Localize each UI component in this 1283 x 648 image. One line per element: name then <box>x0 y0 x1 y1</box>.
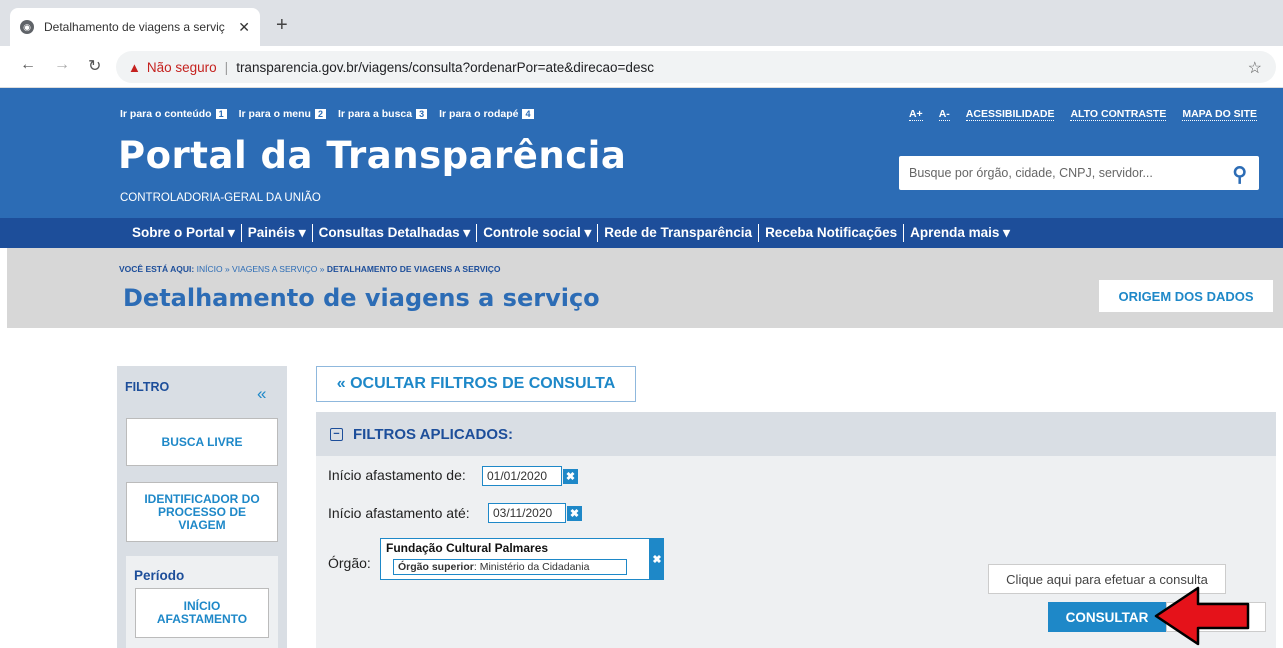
breadcrumb-current: DETALHAMENTO DE VIAGENS A SERVIÇO <box>326 264 501 274</box>
remove-inicio-ate-icon[interactable]: ✖ <box>567 506 582 521</box>
not-secure-label: Não seguro <box>146 59 217 75</box>
main-nav: Sobre o Portal ▾ Painéis ▾ Consultas Det… <box>0 218 1283 248</box>
inicio-de-label: Início afastamento de: <box>328 467 466 483</box>
period-title: Período <box>134 568 185 583</box>
site-map-link[interactable]: MAPA DO SITE <box>1182 108 1257 121</box>
url-text: transparencia.gov.br/viagens/consulta?or… <box>236 59 654 75</box>
origem-dos-dados-button[interactable]: ORIGEM DOS DADOS <box>1099 280 1273 312</box>
breadcrumb-path[interactable]: INÍCIO » VIAGENS A SERVIÇO » <box>197 264 325 274</box>
applied-filters-title: FILTROS APLICADOS: <box>353 425 513 443</box>
applied-filters-header[interactable]: − FILTROS APLICADOS: <box>316 412 1276 456</box>
browser-toolbar: ← → ↻ ▲ Não seguro | transparencia.gov.b… <box>0 46 1283 88</box>
font-increase-link[interactable]: A+ <box>908 108 923 121</box>
orgao-superior-label: Órgão superior <box>398 561 474 573</box>
skip-link-footer[interactable]: Ir para o rodapé 4 <box>439 108 534 120</box>
identificador-button[interactable]: IDENTIFICADOR DO PROCESSO DE VIAGEM <box>126 482 278 542</box>
inicio-de-chip: 01/01/2020 <box>482 466 562 486</box>
orgao-superior-value: : Ministério da Cidadania <box>473 561 590 573</box>
page-title: Detalhamento de viagens a serviço <box>123 284 600 312</box>
skip-link-content[interactable]: Ir para o conteúdo 1 <box>120 108 227 120</box>
site-header: Ir para o conteúdo 1 Ir para o menu 2 Ir p… <box>0 88 1283 218</box>
back-icon[interactable]: ← <box>20 56 36 74</box>
warning-icon: ▲ <box>128 59 141 75</box>
accessibility-links: A+ A- ACESSIBILIDADE ALTO CONTRASTE MAPA… <box>908 108 1257 121</box>
inicio-afastamento-button[interactable]: INÍCIO AFASTAMENTO <box>135 588 269 638</box>
nav-rede-transparencia[interactable]: Rede de Transparência <box>598 224 760 242</box>
browser-tabbar: ◉ Detalhamento de viagens a serviç ✕ + <box>0 0 1283 46</box>
nav-paineis[interactable]: Painéis ▾ <box>242 224 313 242</box>
red-arrow-annotation <box>1154 586 1250 646</box>
orgao-superior-tag: Órgão superior: Ministério da Cidadania <box>393 559 627 575</box>
site-logo[interactable]: Portal da Transparência <box>118 134 626 177</box>
search-input[interactable]: Busque por órgão, cidade, CNPJ, servidor… <box>899 156 1259 190</box>
nav-consultas-detalhadas[interactable]: Consultas Detalhadas ▾ <box>313 224 478 242</box>
skip-link-search[interactable]: Ir para a busca 3 <box>338 108 428 120</box>
high-contrast-link[interactable]: ALTO CONTRASTE <box>1070 108 1167 121</box>
globe-icon: ◉ <box>20 20 34 34</box>
collapse-minus-icon[interactable]: − <box>330 427 343 441</box>
search-icon[interactable]: ⚲ <box>1232 162 1247 187</box>
divider: | <box>224 59 229 75</box>
consultar-button[interactable]: CONSULTAR <box>1048 602 1166 632</box>
inicio-ate-label: Início afastamento até: <box>328 505 470 521</box>
collapse-icon[interactable]: « <box>257 384 266 404</box>
orgao-name: Fundação Cultural Palmares <box>386 541 549 555</box>
busca-livre-button[interactable]: BUSCA LIVRE <box>126 418 278 466</box>
skip-link-menu[interactable]: Ir para o menu 2 <box>239 108 326 120</box>
search-placeholder: Busque por órgão, cidade, CNPJ, servidor… <box>909 166 1153 180</box>
filter-sidebar: FILTRO « BUSCA LIVRE IDENTIFICADOR DO PR… <box>117 366 287 648</box>
applied-filters-panel: − FILTROS APLICADOS: Início afastamento … <box>316 412 1276 648</box>
site-subtitle: CONTROLADORIA-GERAL DA UNIÃO <box>120 192 321 204</box>
skip-links: Ir para o conteúdo 1 Ir para o menu 2 Ir p… <box>120 108 534 120</box>
close-tab-icon[interactable]: ✕ <box>238 19 250 36</box>
breadcrumb: VOCÊ ESTÁ AQUI: INÍCIO » VIAGENS A SERVI… <box>119 264 501 274</box>
forward-icon[interactable]: → <box>54 56 70 74</box>
breadcrumb-prefix: VOCÊ ESTÁ AQUI: <box>119 264 195 274</box>
inicio-ate-chip: 03/11/2020 <box>488 503 566 523</box>
orgao-label: Órgão: <box>328 555 371 571</box>
remove-orgao-icon[interactable]: ✖ <box>650 538 664 580</box>
browser-tab[interactable]: ◉ Detalhamento de viagens a serviç ✕ <box>10 8 260 46</box>
period-section: Período INÍCIO AFASTAMENTO <box>126 556 278 648</box>
reload-icon[interactable]: ↻ <box>88 56 101 76</box>
nav-receba-notificacoes[interactable]: Receba Notificações <box>759 224 905 242</box>
filter-title: FILTRO <box>125 380 170 394</box>
bookmark-star-icon[interactable]: ☆ <box>1248 58 1262 78</box>
nav-controle-social[interactable]: Controle social ▾ <box>477 224 599 242</box>
hide-filters-button[interactable]: « OCULTAR FILTROS DE CONSULTA <box>316 366 636 402</box>
nav-sobre-portal[interactable]: Sobre o Portal ▾ <box>126 224 242 242</box>
address-bar[interactable]: ▲ Não seguro | transparencia.gov.br/viag… <box>116 51 1276 83</box>
orgao-chip: Fundação Cultural Palmares Órgão superio… <box>380 538 650 580</box>
remove-inicio-de-icon[interactable]: ✖ <box>563 469 578 484</box>
accessibility-link[interactable]: ACESSIBILIDADE <box>965 108 1055 121</box>
new-tab-icon[interactable]: + <box>276 14 288 37</box>
tab-title: Detalhamento de viagens a serviç <box>44 20 225 34</box>
title-band: VOCÊ ESTÁ AQUI: INÍCIO » VIAGENS A SERVI… <box>7 248 1283 328</box>
font-decrease-link[interactable]: A- <box>938 108 950 121</box>
nav-aprenda-mais[interactable]: Aprenda mais ▾ <box>904 224 1016 242</box>
